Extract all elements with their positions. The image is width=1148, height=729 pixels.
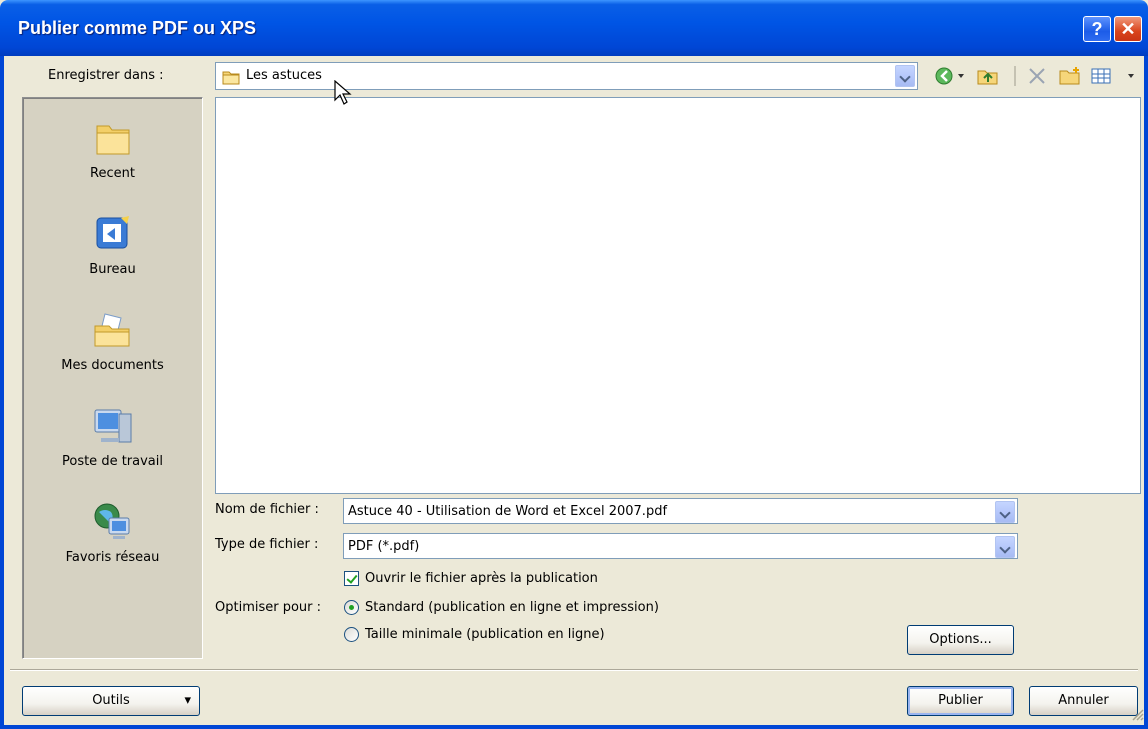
optimize-standard-radio[interactable]: [344, 600, 359, 615]
places-bar: Recent Bureau Mes documents Poste de tra…: [22, 97, 203, 659]
optimize-minimal-radio[interactable]: [344, 627, 359, 642]
place-my-computer[interactable]: Poste de travail: [23, 404, 202, 469]
close-button[interactable]: ✕: [1114, 16, 1142, 42]
folder-icon: [222, 69, 240, 89]
save-in-label: Enregistrer dans :: [48, 68, 164, 83]
place-desktop[interactable]: Bureau: [23, 212, 202, 277]
help-button[interactable]: ?: [1083, 16, 1111, 42]
filename-value: Astuce 40 - Utilisation de Word et Excel…: [348, 504, 668, 519]
options-button[interactable]: Options...: [907, 625, 1014, 655]
filetype-label: Type de fichier :: [215, 537, 319, 552]
save-in-value: Les astuces: [246, 68, 322, 83]
place-recent[interactable]: Recent: [23, 116, 202, 181]
filetype-value: PDF (*.pdf): [348, 539, 420, 554]
optimize-minimal-label[interactable]: Taille minimale (publication en ligne): [365, 627, 605, 642]
open-after-label[interactable]: Ouvrir le fichier après la publication: [365, 571, 598, 586]
place-label: Recent: [90, 166, 135, 181]
tools-button[interactable]: Outils ▾: [22, 686, 200, 716]
views-menu-icon[interactable]: [1090, 66, 1138, 86]
filetype-select[interactable]: PDF (*.pdf): [343, 533, 1018, 559]
publish-button[interactable]: Publier: [907, 686, 1014, 716]
tools-button-label: Outils: [92, 693, 130, 708]
up-folder-icon[interactable]: [976, 66, 1000, 86]
save-in-dropdown[interactable]: Les astuces: [215, 62, 918, 90]
filetype-dropdown-button[interactable]: [995, 536, 1015, 558]
place-network[interactable]: Favoris réseau: [23, 500, 202, 565]
desktop-icon: [91, 212, 135, 256]
footer-separator: [10, 669, 1138, 671]
resize-grip-icon[interactable]: [1130, 707, 1144, 725]
place-label: Mes documents: [61, 358, 164, 373]
toolbar-separator: [1014, 66, 1016, 86]
place-label: Poste de travail: [61, 454, 163, 469]
my-computer-icon: [91, 404, 135, 448]
filename-label: Nom de fichier :: [215, 502, 319, 517]
network-places-icon: [91, 500, 135, 544]
title-bar[interactable]: Publier comme PDF ou XPS ? ✕: [0, 0, 1148, 56]
delete-icon[interactable]: [1026, 66, 1048, 86]
my-documents-icon: [91, 308, 135, 352]
save-in-dropdown-button[interactable]: [895, 65, 915, 87]
cancel-button[interactable]: Annuler: [1029, 686, 1138, 716]
place-my-documents[interactable]: Mes documents: [23, 308, 202, 373]
optimize-label: Optimiser pour :: [215, 600, 322, 615]
new-folder-icon[interactable]: [1058, 66, 1082, 86]
caret-down-icon: ▾: [184, 693, 191, 708]
file-list[interactable]: [215, 97, 1141, 494]
optimize-standard-label[interactable]: Standard (publication en ligne et impres…: [365, 600, 659, 615]
place-label: Favoris réseau: [65, 550, 160, 565]
recent-folder-icon: [91, 116, 135, 160]
filename-input[interactable]: Astuce 40 - Utilisation de Word et Excel…: [343, 498, 1018, 524]
back-icon[interactable]: [934, 66, 968, 86]
filename-dropdown-button[interactable]: [995, 501, 1015, 523]
open-after-checkbox[interactable]: [344, 571, 359, 586]
window-title: Publier comme PDF ou XPS: [18, 18, 257, 38]
mouse-pointer-icon: [334, 79, 352, 110]
place-label: Bureau: [89, 262, 136, 277]
